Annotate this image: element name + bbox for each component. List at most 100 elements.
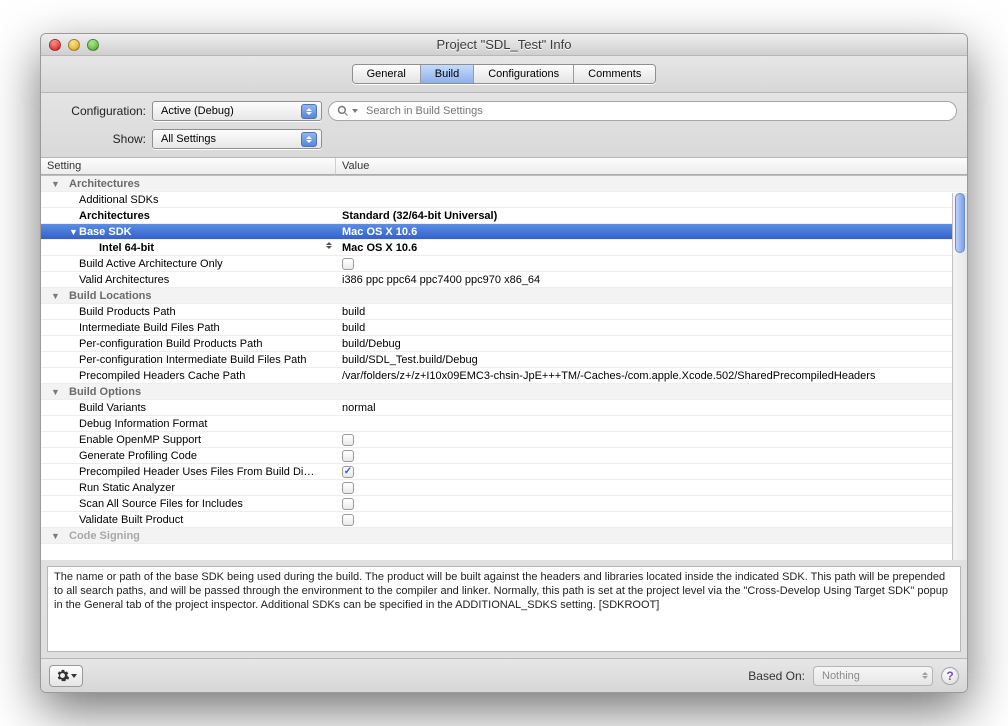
search-menu-icon (352, 109, 358, 113)
group-cell[interactable]: ▼ Code Signing (41, 528, 336, 544)
checkbox[interactable] (342, 514, 354, 526)
setting-label: Base SDK (79, 226, 132, 238)
column-headers: Setting Value (41, 158, 967, 176)
group-label: Build Locations (69, 290, 152, 302)
value-cell[interactable]: build (336, 304, 967, 320)
search-input[interactable] (366, 105, 948, 117)
show-select[interactable]: All Settings (152, 129, 322, 149)
value-cell[interactable] (336, 432, 967, 448)
based-on-select[interactable]: Nothing (813, 666, 933, 686)
setting-cell[interactable]: Scan All Source Files for Includes (41, 496, 336, 512)
value-cell[interactable] (336, 416, 967, 432)
search-field[interactable] (328, 101, 957, 121)
setting-cell[interactable]: Debug Information Format (41, 416, 336, 432)
setting-cell[interactable]: Intel 64-bit (41, 240, 336, 256)
value-cell[interactable]: build/Debug (336, 336, 967, 352)
settings-table: ▼ArchitecturesAdditional SDKsArchitectur… (41, 176, 967, 544)
setting-cell[interactable]: Precompiled Headers Cache Path (41, 368, 336, 384)
setting-cell[interactable]: Additional SDKs (41, 192, 336, 208)
group-cell[interactable]: ▼ Build Locations (41, 288, 336, 304)
value-cell[interactable] (336, 496, 967, 512)
description-box: The name or path of the base SDK being u… (47, 566, 961, 652)
value-cell[interactable] (336, 512, 967, 528)
value-cell[interactable]: build/SDL_Test.build/Debug (336, 352, 967, 368)
value-cell[interactable] (336, 176, 967, 192)
actions-menu-button[interactable] (49, 665, 83, 687)
group-cell[interactable]: ▼Build Options (41, 384, 336, 400)
value-cell[interactable]: i386 ppc ppc64 ppc7400 ppc970 x86_64 (336, 272, 967, 288)
setting-value: Standard (32/64-bit Universal) (342, 210, 497, 222)
setting-cell[interactable]: Run Static Analyzer (41, 480, 336, 496)
setting-cell[interactable]: Build Products Path (41, 304, 336, 320)
value-cell[interactable] (336, 192, 967, 208)
tab-build[interactable]: Build (421, 65, 474, 83)
setting-cell[interactable]: Intermediate Build Files Path (41, 320, 336, 336)
select-arrows-icon (301, 132, 317, 147)
help-button[interactable]: ? (941, 667, 959, 685)
window-title: Project "SDL_Test" Info (41, 37, 967, 52)
setting-cell[interactable]: Architectures (41, 208, 336, 224)
select-arrows-icon (301, 104, 317, 119)
disclosure-icon[interactable]: ▼ (51, 291, 60, 301)
disclosure-icon[interactable]: ▼ (69, 227, 78, 237)
column-setting[interactable]: Setting (41, 158, 336, 175)
tabs-bar: GeneralBuildConfigurationsComments (41, 56, 967, 93)
setting-label: Intermediate Build Files Path (79, 322, 220, 334)
checkbox[interactable] (342, 450, 354, 462)
value-cell[interactable] (336, 288, 967, 304)
setting-label: Enable OpenMP Support (79, 434, 201, 446)
setting-label: Debug Information Format (79, 418, 207, 430)
tabs: GeneralBuildConfigurationsComments (352, 64, 657, 84)
value-cell[interactable]: Mac OS X 10.6 (336, 240, 967, 256)
based-on-value: Nothing (822, 670, 860, 682)
value-cell[interactable]: Mac OS X 10.6 (336, 224, 967, 240)
scrollbar-thumb[interactable] (955, 193, 965, 253)
value-cell[interactable] (336, 448, 967, 464)
setting-cell[interactable]: Build Variants (41, 400, 336, 416)
setting-cell[interactable]: Enable OpenMP Support (41, 432, 336, 448)
configuration-select[interactable]: Active (Debug) (152, 101, 322, 121)
disclosure-icon[interactable]: ▼ (51, 179, 60, 189)
value-cell[interactable]: /var/folders/z+/z+I10x09EMC3-chsin-JpE++… (336, 368, 967, 384)
setting-cell[interactable]: Build Active Architecture Only (41, 256, 336, 272)
filters: Configuration: Active (Debug) Show: All … (41, 93, 967, 158)
group-cell[interactable]: ▼Architectures (41, 176, 336, 192)
checkbox[interactable] (342, 258, 354, 270)
scrollbar[interactable] (952, 193, 967, 560)
footer: Based On: Nothing ? (41, 658, 967, 692)
setting-cell[interactable]: Valid Architectures (41, 272, 336, 288)
value-cell[interactable]: Standard (32/64-bit Universal) (336, 208, 967, 224)
setting-cell[interactable]: Validate Built Product (41, 512, 336, 528)
tab-general[interactable]: General (353, 65, 421, 83)
value-cell[interactable] (336, 480, 967, 496)
gear-icon (56, 669, 69, 682)
value-cell[interactable] (336, 528, 967, 544)
group-label: Code Signing (69, 530, 140, 542)
value-cell[interactable] (336, 384, 967, 400)
setting-label: Build Variants (79, 402, 146, 414)
disclosure-icon[interactable]: ▼ (51, 531, 60, 541)
value-cell[interactable]: normal (336, 400, 967, 416)
setting-cell[interactable]: Per-configuration Build Products Path (41, 336, 336, 352)
column-value[interactable]: Value (336, 158, 967, 175)
setting-cell[interactable]: Per-configuration Intermediate Build Fil… (41, 352, 336, 368)
checkbox[interactable] (342, 498, 354, 510)
setting-label: Per-configuration Build Products Path (79, 338, 262, 350)
menu-arrow-icon (71, 674, 77, 678)
setting-cell[interactable]: Precompiled Header Uses Files From Build… (41, 464, 336, 480)
setting-cell[interactable]: ▼Base SDK (41, 224, 336, 240)
setting-value: normal (342, 402, 376, 414)
setting-label: Scan All Source Files for Includes (79, 498, 243, 510)
checkbox[interactable] (342, 434, 354, 446)
disclosure-icon[interactable]: ▼ (51, 387, 60, 397)
tab-configurations[interactable]: Configurations (474, 65, 574, 83)
setting-label: Per-configuration Intermediate Build Fil… (79, 354, 306, 366)
checkbox[interactable] (342, 466, 354, 478)
value-cell[interactable] (336, 256, 967, 272)
setting-label: Build Active Architecture Only (79, 258, 223, 270)
tab-comments[interactable]: Comments (574, 65, 655, 83)
value-cell[interactable]: build (336, 320, 967, 336)
checkbox[interactable] (342, 482, 354, 494)
value-cell[interactable] (336, 464, 967, 480)
setting-cell[interactable]: Generate Profiling Code (41, 448, 336, 464)
